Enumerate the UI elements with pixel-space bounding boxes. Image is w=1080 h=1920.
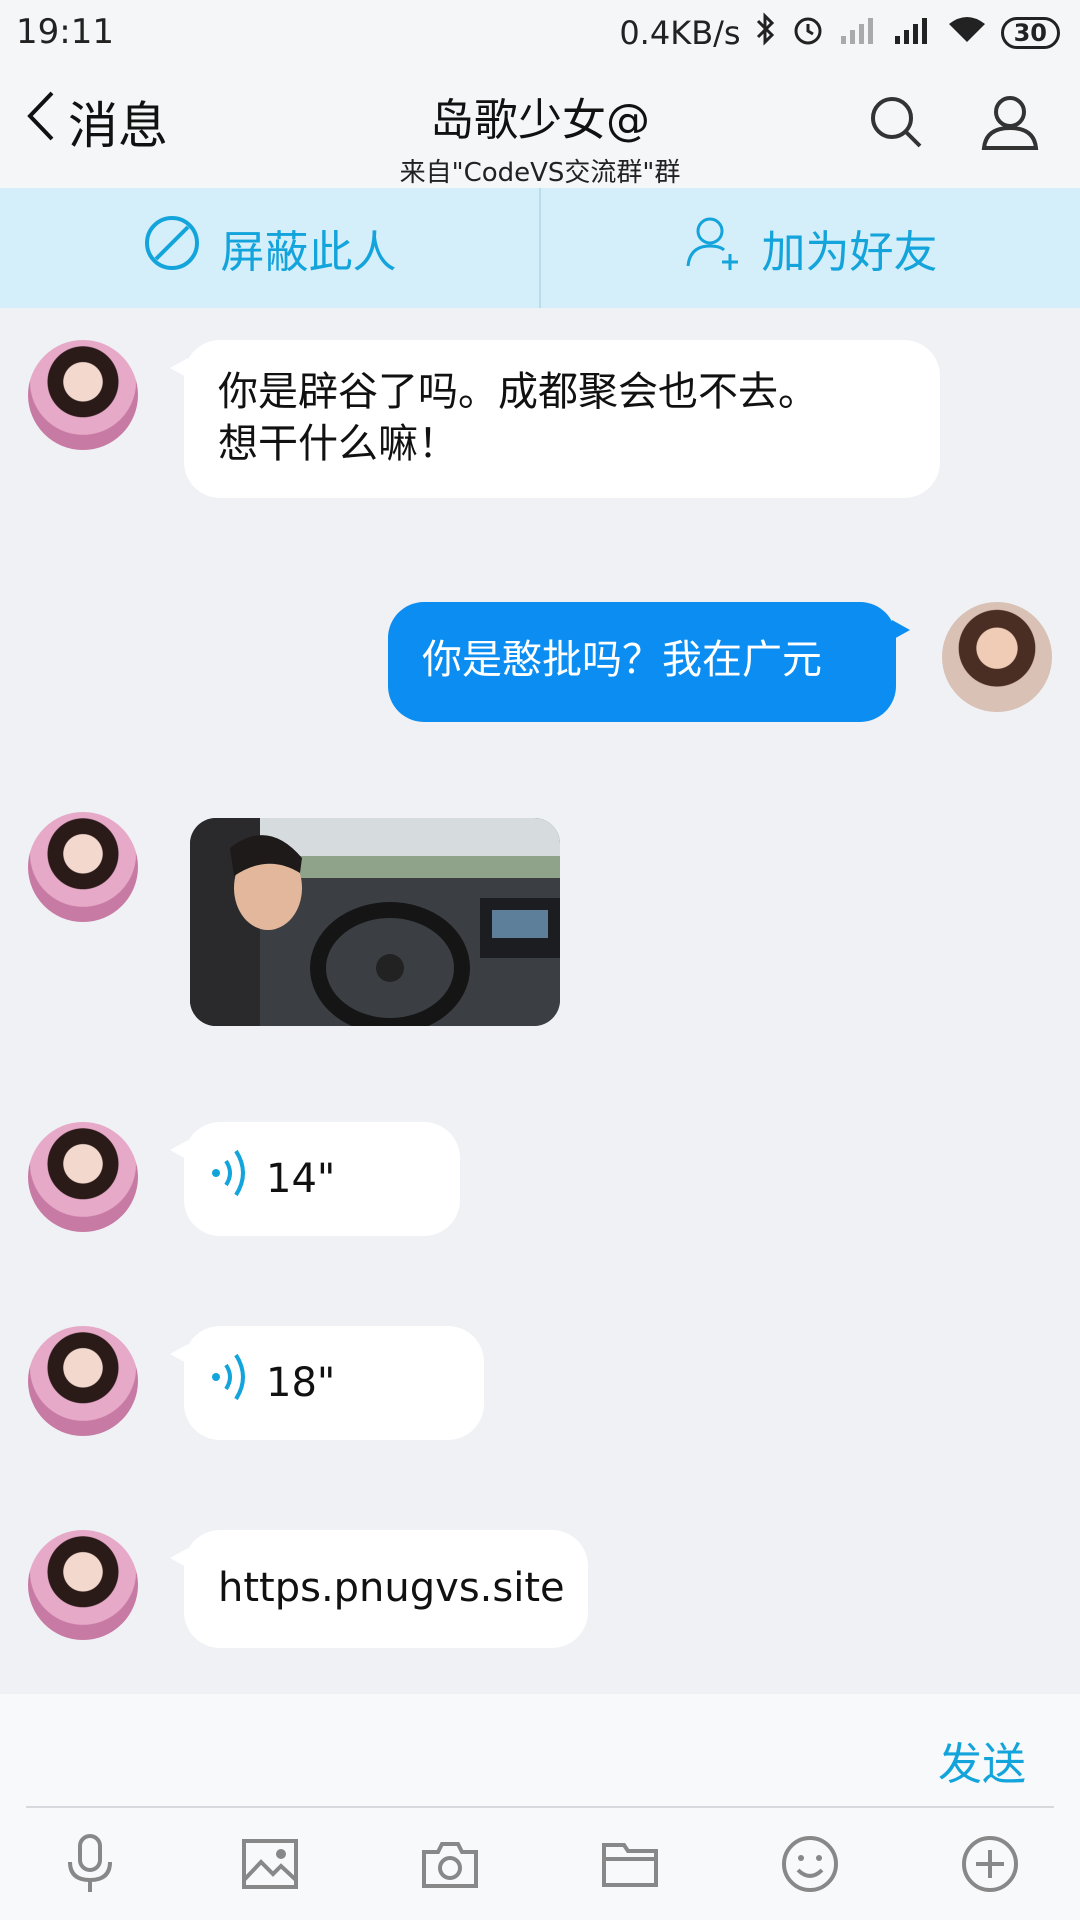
status-time: 19:11	[16, 12, 114, 52]
voice-duration: 18"	[266, 1360, 336, 1406]
status-bar: 19:11 0.4KB/s 30	[0, 0, 1080, 66]
message-list[interactable]: 你是辟谷了吗。成都聚会也不去。 想干什么嘛！ 你是憨批吗？我在广元 14" 18…	[0, 308, 1080, 1694]
add-friend-icon	[684, 214, 742, 283]
bluetooth-icon	[755, 12, 777, 54]
camera-icon[interactable]	[418, 1832, 482, 1896]
image-message[interactable]	[190, 818, 560, 1026]
back-button[interactable]: 消息	[26, 86, 168, 158]
plus-icon[interactable]	[958, 1832, 1022, 1896]
add-friend-button[interactable]: 加为好友	[539, 188, 1080, 308]
stranger-action-bar: 屏蔽此人 加为好友	[0, 188, 1080, 308]
block-icon	[143, 214, 201, 283]
sender-avatar[interactable]	[28, 812, 138, 922]
chat-subtitle: 来自"CodeVS交流群"群	[399, 158, 681, 188]
add-friend-label: 加为好友	[761, 227, 938, 278]
chat-title: 岛歌少女@	[430, 95, 650, 146]
sender-avatar[interactable]	[28, 1122, 138, 1232]
network-speed: 0.4KB/s	[619, 14, 741, 52]
emoji-icon[interactable]	[778, 1832, 842, 1896]
block-user-button[interactable]: 屏蔽此人	[0, 188, 539, 308]
block-user-label: 屏蔽此人	[220, 227, 397, 278]
composer-toolbar	[0, 1808, 1080, 1920]
chat-header: 消息 岛歌少女@ 来自"CodeVS交流群"群	[0, 66, 1080, 188]
chevron-left-icon	[26, 89, 56, 155]
mic-icon[interactable]	[58, 1832, 122, 1896]
sender-avatar[interactable]	[28, 1530, 138, 1640]
message-bubble-self[interactable]: 你是憨批吗？我在广元	[388, 602, 910, 722]
composer: 发送	[0, 1694, 1080, 1920]
self-avatar[interactable]	[942, 602, 1052, 712]
alarm-icon	[791, 12, 825, 54]
sender-avatar[interactable]	[28, 1326, 138, 1436]
back-label: 消息	[68, 97, 168, 155]
chat-title-area: 岛歌少女@ 来自"CodeVS交流群"群	[300, 84, 780, 189]
wifi-icon	[947, 14, 987, 52]
voice-wave-icon	[210, 1145, 252, 1214]
voice-wave-icon	[210, 1349, 252, 1418]
image-icon[interactable]	[238, 1832, 302, 1896]
search-icon[interactable]	[868, 94, 924, 154]
sender-avatar[interactable]	[28, 340, 138, 450]
voice-message[interactable]: 18"	[170, 1326, 484, 1440]
send-button[interactable]: 发送	[938, 1728, 1026, 1792]
status-icons: 0.4KB/s 30	[619, 12, 1060, 54]
battery-indicator: 30	[1000, 17, 1060, 49]
link-message[interactable]: https.pnugvs.site	[170, 1530, 588, 1648]
profile-icon[interactable]	[980, 94, 1040, 154]
driving-photo	[190, 818, 560, 1026]
voice-duration: 14"	[266, 1156, 336, 1202]
signal-icon	[839, 14, 879, 52]
voice-message[interactable]: 14"	[170, 1122, 460, 1236]
message-bubble[interactable]: 你是辟谷了吗。成都聚会也不去。 想干什么嘛！	[170, 340, 940, 498]
folder-icon[interactable]	[598, 1832, 662, 1896]
hd-signal-icon	[893, 14, 933, 52]
